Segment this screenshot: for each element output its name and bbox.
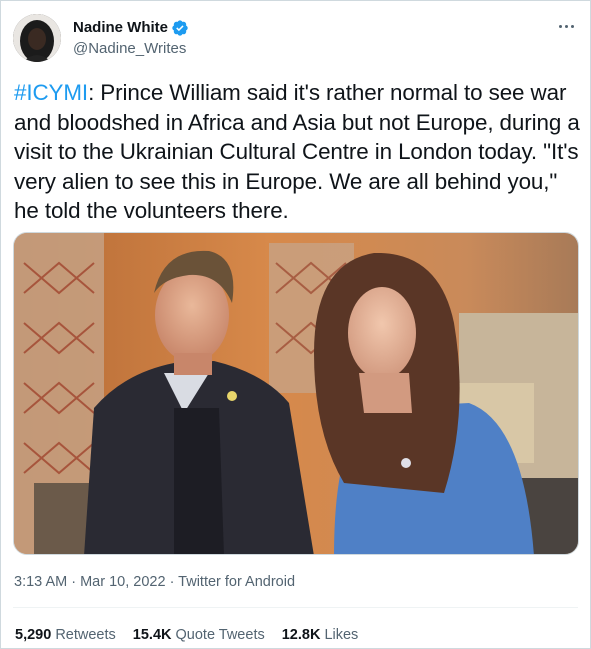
tweet-card: Nadine White @Nadine_Writes #ICYMI: Prin…	[0, 0, 591, 649]
quote-tweets-label: Quote Tweets	[175, 627, 265, 643]
author-names: Nadine White @Nadine_Writes	[73, 18, 189, 59]
tweet-text: #ICYMI: Prince William said it's rather …	[14, 78, 580, 226]
tweet-source[interactable]: Twitter for Android	[178, 574, 295, 590]
likes-stat[interactable]: 12.8K Likes	[282, 626, 359, 644]
quote-tweets-stat[interactable]: 15.4K Quote Tweets	[133, 626, 265, 644]
likes-label: Likes	[324, 627, 359, 643]
hashtag-link[interactable]: #ICYMI	[14, 80, 88, 105]
likes-count: 12.8K	[281, 627, 321, 643]
display-name[interactable]: Nadine White	[73, 18, 168, 38]
tweet-photo[interactable]	[13, 232, 579, 555]
handle[interactable]: @Nadine_Writes	[73, 39, 189, 59]
retweets-stat[interactable]: 5,290 Retweets	[15, 626, 116, 644]
tweet-date[interactable]: Mar 10, 2022	[80, 574, 165, 590]
tweet-body: : Prince William said it's rather normal…	[14, 80, 580, 223]
avatar[interactable]	[13, 14, 61, 62]
quote-tweets-count: 15.4K	[132, 627, 172, 643]
engagement-stats: 5,290 Retweets 15.4K Quote Tweets 12.8K …	[15, 626, 358, 644]
divider	[13, 607, 578, 608]
more-options-icon[interactable]	[554, 16, 578, 36]
retweets-label: Retweets	[55, 627, 116, 643]
tweet-meta: 3:13 AM · Mar 10, 2022 · Twitter for And…	[14, 573, 295, 591]
tweet-time[interactable]: 3:13 AM	[14, 574, 67, 590]
tweet-header: Nadine White @Nadine_Writes	[13, 14, 578, 64]
meta-separator: ·	[165, 574, 179, 590]
display-name-row[interactable]: Nadine White	[73, 18, 189, 38]
meta-separator: ·	[67, 574, 81, 590]
verified-badge-icon	[171, 19, 189, 37]
retweets-count: 5,290	[15, 627, 52, 643]
